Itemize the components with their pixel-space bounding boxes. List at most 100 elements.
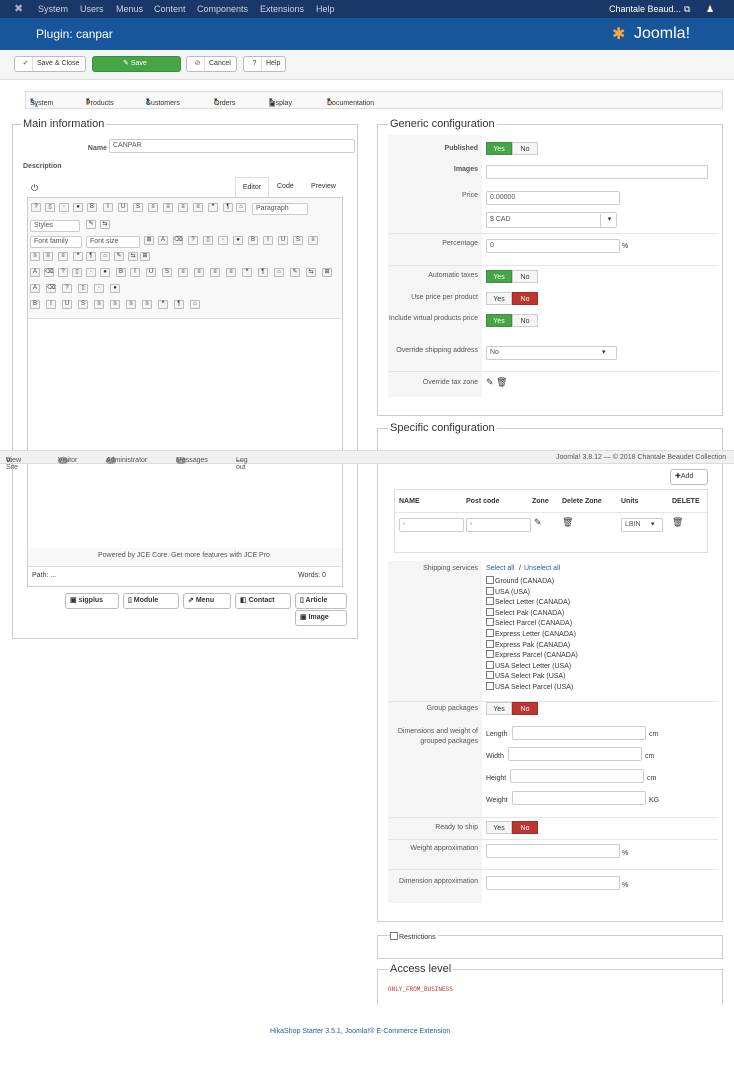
joomla-icon[interactable]: ✖ xyxy=(14,2,23,15)
editor-tool-icon[interactable]: ≡ xyxy=(163,203,173,212)
editor-tool-icon[interactable]: ❝ xyxy=(158,300,168,309)
ready-to-ship-no[interactable]: No xyxy=(512,821,538,834)
editor-tool-icon[interactable]: ◦ xyxy=(59,203,69,212)
tab-editor[interactable]: Editor xyxy=(235,177,269,197)
editor-tool-icon[interactable]: B xyxy=(87,203,97,212)
editor-tool-icon[interactable]: ⌫ xyxy=(173,236,183,245)
editor-tool-icon[interactable]: ⊞ xyxy=(140,252,150,261)
price-input[interactable]: 0.00000 xyxy=(486,191,620,205)
trash-icon[interactable]: 🗑 xyxy=(562,517,573,528)
ready-to-ship-yes[interactable]: Yes xyxy=(486,821,512,834)
nav-components[interactable]: Components xyxy=(197,4,248,14)
shipping-service-checkbox[interactable]: Ground (CANADA) xyxy=(486,576,554,585)
published-no[interactable]: No xyxy=(512,142,538,155)
select-all-link[interactable]: Select all xyxy=(486,565,514,572)
editor-tool-icon[interactable]: ✎ xyxy=(290,268,300,277)
editor-tool-icon[interactable]: U xyxy=(118,203,128,212)
editor-tool-icon[interactable]: ⌂ xyxy=(236,203,246,212)
styles-select[interactable]: Styles xyxy=(30,220,80,232)
editor-tool-icon[interactable]: ● xyxy=(233,236,243,245)
edit-pencil-icon[interactable]: ✎ xyxy=(486,377,494,388)
editor-tool-icon[interactable]: ≡ xyxy=(210,268,220,277)
save-close-button[interactable]: ✔ Save & Close xyxy=(14,56,86,72)
override-shipping-select[interactable]: No xyxy=(486,346,617,360)
editor-tool-icon[interactable]: ⇆ xyxy=(100,220,110,229)
editor-tool-icon[interactable]: I xyxy=(103,203,113,212)
editor-tool-icon[interactable]: ≡ xyxy=(178,268,188,277)
editor-tool-icon[interactable]: A xyxy=(158,236,168,245)
menu-customers[interactable]: ♣ Customers ▾ xyxy=(146,96,180,107)
zone-postcode-input[interactable]: - xyxy=(466,518,531,532)
group-packages-yes[interactable]: Yes xyxy=(486,702,512,715)
editor-tool-icon[interactable]: ● xyxy=(100,268,110,277)
currency-select[interactable]: $ CAD xyxy=(486,212,617,228)
editor-tool-icon[interactable]: ≡ xyxy=(142,300,152,309)
editor-tool-icon[interactable]: I xyxy=(263,236,273,245)
editor-tool-icon[interactable]: ? xyxy=(31,203,41,212)
editor-tool-icon[interactable]: S xyxy=(133,203,143,212)
tab-code[interactable]: Code xyxy=(277,183,294,190)
editor-tool-icon[interactable]: ≡ xyxy=(126,300,136,309)
automatic-taxes-no[interactable]: No xyxy=(512,270,538,283)
editor-tool-icon[interactable]: ✎ xyxy=(86,220,96,229)
group-packages-no[interactable]: No xyxy=(512,702,538,715)
editor-tool-icon[interactable]: ≡ xyxy=(193,203,203,212)
editor-tool-icon[interactable]: S xyxy=(78,300,88,309)
edit-pencil-icon[interactable]: ✎ xyxy=(534,517,542,528)
editor-tool-icon[interactable]: U xyxy=(278,236,288,245)
contact-button[interactable]: ◧ Contact xyxy=(235,593,291,609)
editor-tool-icon[interactable]: ≡ xyxy=(58,252,68,261)
editor-tool-icon[interactable]: ≡ xyxy=(30,252,40,261)
tab-preview[interactable]: Preview xyxy=(311,183,336,190)
units-select[interactable]: LBIN xyxy=(621,518,663,532)
font-family-select[interactable]: Font family xyxy=(30,236,82,248)
include-virtual-yes[interactable]: Yes xyxy=(486,314,512,327)
trash-icon[interactable]: 🗑 xyxy=(672,517,683,528)
editor-tool-icon[interactable]: ❝ xyxy=(208,203,218,212)
font-size-select[interactable]: Font size xyxy=(86,236,140,248)
editor-tool-icon[interactable]: ⌂ xyxy=(274,268,284,277)
editor-tool-icon[interactable]: ● xyxy=(73,203,83,212)
shipping-service-checkbox[interactable]: USA (USA) xyxy=(486,587,530,596)
editor-tool-icon[interactable]: ≡ xyxy=(178,203,188,212)
help-button[interactable]: ? Help xyxy=(243,56,286,72)
shipping-service-checkbox[interactable]: USA Select Pak (USA) xyxy=(486,671,565,680)
nav-users[interactable]: Users xyxy=(80,4,104,14)
width-input[interactable] xyxy=(508,747,642,761)
unselect-all-link[interactable]: Unselect all xyxy=(524,565,560,572)
editor-tool-icon[interactable]: ❝ xyxy=(242,268,252,277)
use-price-yes[interactable]: Yes xyxy=(486,292,512,305)
shipping-service-checkbox[interactable]: Select Pak (CANADA) xyxy=(486,608,564,617)
editor-tool-icon[interactable]: ◦ xyxy=(86,268,96,277)
automatic-taxes-yes[interactable]: Yes xyxy=(486,270,512,283)
editor-tool-icon[interactable]: ¶ xyxy=(223,203,233,212)
editor-tool-icon[interactable]: ≡ xyxy=(148,203,158,212)
footer-link[interactable]: HikaShop Starter 3.5.1, Joomla!® E-Comme… xyxy=(270,1028,450,1035)
editor-tool-icon[interactable]: ≡ xyxy=(94,300,104,309)
editor-tool-icon[interactable]: ⇆ xyxy=(128,252,138,261)
weight-input[interactable] xyxy=(512,791,646,805)
editor-tool-icon[interactable]: ⇆ xyxy=(306,268,316,277)
editor-tool-icon[interactable]: ≡ xyxy=(110,300,120,309)
editor-tool-icon[interactable]: ≡ xyxy=(194,268,204,277)
menu-products[interactable]: ■ Products ▾ xyxy=(86,96,114,107)
editor-tool-icon[interactable]: ¶ xyxy=(86,252,96,261)
menu-system[interactable]: 🔧 System ▾ xyxy=(30,96,53,108)
editor-tool-icon[interactable]: I xyxy=(46,300,56,309)
editor-tool-icon[interactable]: I xyxy=(130,268,140,277)
editor-tool-icon[interactable]: ⌫ xyxy=(46,284,56,293)
editor-tool-icon[interactable]: ⌂ xyxy=(100,252,110,261)
editor-tool-icon[interactable]: ? xyxy=(188,236,198,245)
shipping-service-checkbox[interactable]: USA Select Letter (USA) xyxy=(486,661,571,670)
menu-documentation[interactable]: ✲ Documentation ▾ xyxy=(327,96,374,108)
editor-tool-icon[interactable]: ▯ xyxy=(45,203,55,212)
images-input[interactable] xyxy=(486,165,708,179)
editor-tool-icon[interactable]: ▯ xyxy=(72,268,82,277)
editor-tool-icon[interactable]: S xyxy=(162,268,172,277)
editor-tool-icon[interactable]: ⊞ xyxy=(322,268,332,277)
length-input[interactable] xyxy=(512,726,646,740)
editor-tool-icon[interactable]: ▯ xyxy=(78,284,88,293)
editor-tool-icon[interactable]: ◦ xyxy=(94,284,104,293)
cancel-button[interactable]: ⊘ Cancel xyxy=(186,56,237,72)
nav-content[interactable]: Content xyxy=(154,4,186,14)
